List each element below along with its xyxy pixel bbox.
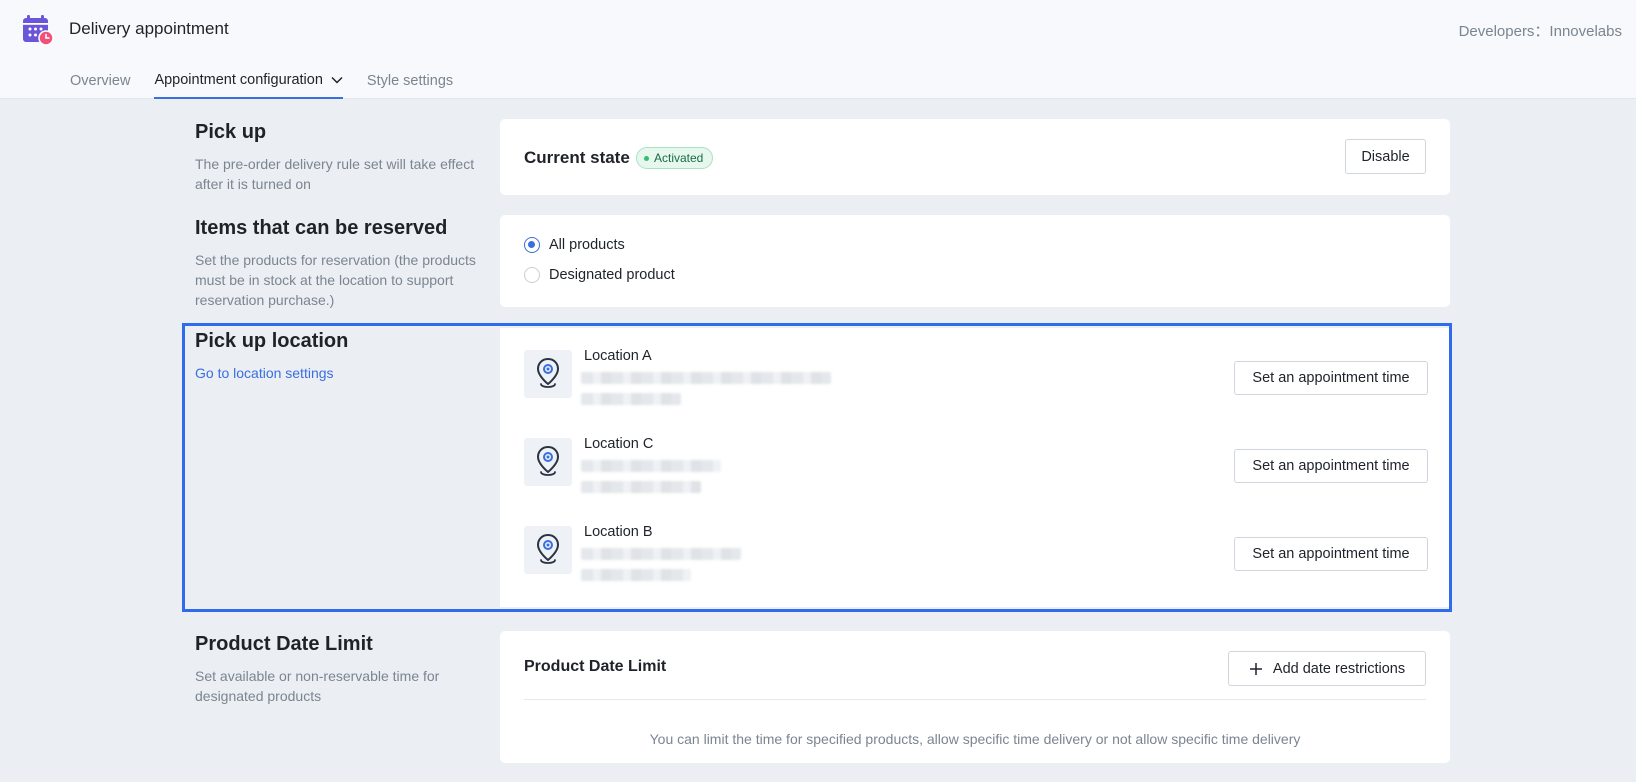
reservable-card: All products Designated product — [500, 215, 1450, 307]
tab-appointment-configuration-label: Appointment configuration — [154, 72, 323, 88]
date-limit-card: Product Date Limit Add date restrictions… — [500, 631, 1450, 763]
app-title: Delivery appointment — [69, 19, 229, 38]
pickup-location-card: Location A Set an appointment time Locat… — [500, 328, 1450, 607]
pickup-title: Pick up — [195, 121, 267, 143]
radio-all-products-label: All products — [549, 237, 625, 253]
location-name: Location C — [584, 436, 654, 452]
tab-style-settings[interactable]: Style settings — [367, 68, 453, 99]
developer-label: Developers：Innovelabs — [1458, 23, 1622, 40]
redacted-address — [581, 460, 721, 472]
pickup-description: The pre-order delivery rule set will tak… — [195, 156, 475, 192]
date-limit-card-title: Product Date Limit — [524, 658, 667, 675]
date-limit-description: Set available or non-reservable time for… — [195, 668, 440, 704]
plus-icon — [1249, 662, 1262, 675]
tab-overview-label: Overview — [70, 73, 131, 89]
location-settings-link[interactable]: Go to location settings — [195, 365, 334, 381]
radio-designated-product-label: Designated product — [549, 267, 675, 283]
map-pin-icon — [524, 438, 572, 486]
status-dot — [644, 155, 649, 161]
reservable-description: Set the products for reservation (the pr… — [195, 252, 476, 308]
status-badge: Activated — [636, 147, 714, 169]
chevron-down-icon — [331, 76, 343, 84]
calendar-clock-icon — [22, 14, 54, 46]
add-date-restrictions-button[interactable]: Add date restrictions — [1228, 651, 1426, 686]
status-badge-label: Activated — [654, 151, 704, 165]
current-state-card: Current state Activated Disable — [500, 119, 1450, 195]
location-row: Location A Set an appointment time — [524, 348, 1428, 428]
radio-designated-product[interactable]: Designated product — [524, 267, 675, 283]
pickup-location-section-info: Pick up location Go to location settings — [195, 330, 485, 383]
pickup-section-info: Pick up The pre-order delivery rule set … — [195, 121, 485, 194]
redacted-address — [581, 372, 831, 384]
divider — [524, 699, 1426, 700]
pickup-location-title: Pick up location — [195, 330, 349, 352]
location-name: Location B — [584, 524, 653, 540]
location-row: Location B Set an appointment time — [524, 524, 1428, 604]
current-state-label: Current state — [524, 148, 630, 167]
radio-button-unchecked[interactable] — [524, 267, 540, 283]
location-row: Location C Set an appointment time — [524, 436, 1428, 516]
redacted-address — [581, 548, 741, 560]
redacted-address-line2 — [581, 393, 681, 405]
tab-overview[interactable]: Overview — [70, 68, 130, 99]
set-appointment-time-button[interactable]: Set an appointment time — [1234, 361, 1428, 395]
tab-appointment-configuration[interactable]: Appointment configuration — [154, 68, 343, 99]
add-date-restrictions-label: Add date restrictions — [1272, 660, 1406, 677]
top-bar: Delivery appointment Developers：Innovela… — [0, 0, 1636, 99]
radio-button-checked[interactable] — [524, 237, 540, 253]
date-limit-empty-text: You can limit the time for specified pro… — [649, 731, 1301, 747]
map-pin-icon — [524, 526, 572, 574]
location-name: Location A — [584, 348, 652, 364]
date-limit-section-info: Product Date Limit Set available or non-… — [195, 633, 485, 706]
set-appointment-time-button[interactable]: Set an appointment time — [1234, 537, 1428, 571]
disable-button[interactable]: Disable — [1345, 139, 1426, 174]
set-appointment-time-button[interactable]: Set an appointment time — [1234, 449, 1428, 483]
tab-bar: Overview Appointment configuration Style… — [70, 68, 477, 99]
map-pin-icon — [524, 350, 572, 398]
radio-all-products[interactable]: All products — [524, 237, 625, 253]
reservable-title: Items that can be reserved — [195, 217, 448, 239]
tab-style-settings-label: Style settings — [366, 73, 454, 89]
redacted-address-line2 — [581, 481, 701, 493]
date-limit-title: Product Date Limit — [195, 633, 373, 655]
reservable-section-info: Items that can be reserved Set the produ… — [195, 217, 485, 310]
redacted-address-line2 — [581, 569, 691, 581]
